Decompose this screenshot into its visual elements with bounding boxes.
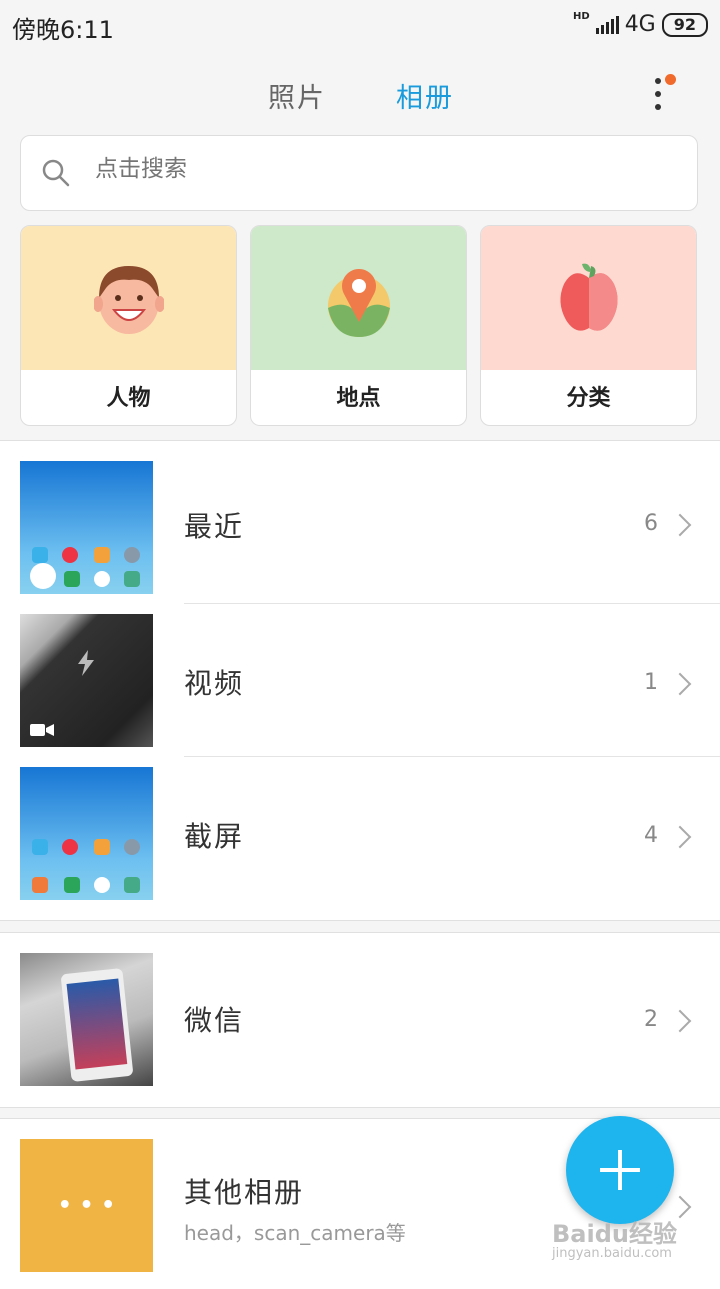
album-row-screenshots[interactable]: 截屏 4: [0, 757, 720, 920]
album-row-wechat[interactable]: 微信 2: [0, 933, 720, 1107]
hd-icon: HD: [573, 11, 590, 22]
chevron-right-icon: [668, 513, 692, 537]
category-people-label: 人物: [106, 386, 151, 411]
watermark-url: jingyan.baidu.com: [552, 1246, 672, 1261]
album-title: 微信: [184, 1004, 245, 1037]
album-count: 2: [644, 1007, 658, 1032]
status-time: 傍晚6:11: [12, 16, 114, 44]
album-title: 其他相册: [184, 1176, 305, 1209]
chevron-right-icon: [668, 672, 692, 696]
album-section-apps: 微信 2: [0, 932, 720, 1108]
category-places-label: 地点: [336, 386, 381, 411]
notification-dot: [665, 74, 676, 85]
album-section-system: 最近 6 视频 1 截屏 4: [0, 440, 720, 921]
face-icon: [93, 266, 164, 334]
album-thumbnail: [20, 614, 153, 747]
category-people[interactable]: 人物: [20, 225, 237, 426]
search-bar[interactable]: [20, 135, 698, 211]
chevron-right-icon: [668, 825, 692, 849]
add-album-button[interactable]: [566, 1116, 674, 1224]
location-pin-icon: [327, 269, 390, 337]
status-bar: 傍晚6:11 HD 4G 92: [0, 0, 720, 52]
album-thumbnail: • • •: [20, 1139, 153, 1272]
top-tabs: 照片 相册: [0, 70, 720, 120]
tab-photos[interactable]: 照片: [268, 76, 326, 115]
album-thumbnail: [20, 461, 153, 594]
album-subtitle: head，scan_camera等: [184, 1221, 406, 1245]
signal-icon: [595, 15, 619, 34]
album-count: 1: [644, 670, 658, 695]
battery-icon: 92: [661, 12, 708, 37]
album-count: 6: [644, 511, 658, 536]
album-row-recent[interactable]: 最近 6: [0, 441, 720, 604]
video-camera-icon: [30, 724, 54, 736]
album-count: 4: [644, 823, 658, 848]
search-icon: [42, 159, 70, 187]
tab-albums[interactable]: 相册: [396, 76, 454, 115]
album-thumbnail: [20, 767, 153, 900]
lightning-icon: [78, 650, 94, 676]
search-input[interactable]: [93, 154, 657, 183]
category-places[interactable]: 地点: [250, 225, 467, 426]
status-indicators: HD 4G 92: [573, 11, 708, 37]
apple-icon: [559, 263, 618, 331]
album-title: 最近: [184, 510, 245, 543]
network-type: 4G: [624, 12, 656, 37]
more-dots-icon: • • •: [57, 1193, 116, 1218]
album-row-video[interactable]: 视频 1: [0, 604, 720, 757]
album-title: 截屏: [184, 820, 245, 853]
more-menu-icon[interactable]: [650, 74, 676, 114]
category-classify-label: 分类: [566, 386, 611, 411]
watermark-brand: Baidu经验: [552, 1220, 677, 1248]
chevron-right-icon: [668, 1009, 692, 1033]
category-classify[interactable]: 分类: [480, 225, 697, 426]
album-title: 视频: [184, 667, 245, 700]
album-thumbnail: [20, 953, 153, 1086]
